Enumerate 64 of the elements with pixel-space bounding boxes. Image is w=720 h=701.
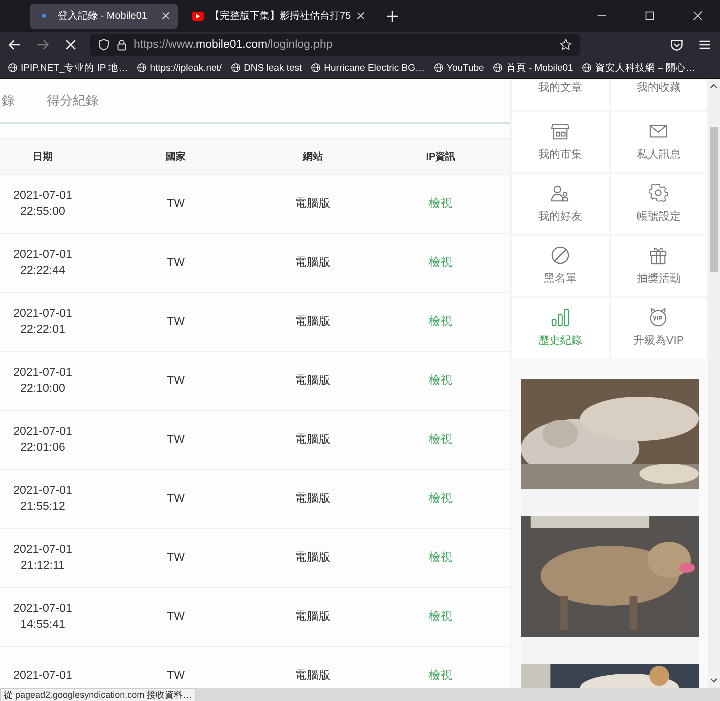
view-link[interactable]: 檢視: [429, 552, 453, 564]
bookmark[interactable]: YouTube: [434, 62, 484, 74]
country-cell-text: TW: [166, 610, 186, 625]
bookmark[interactable]: Hurricane Electric BG…: [311, 62, 425, 74]
site-cell-text: 電腦版: [294, 550, 332, 566]
url-text: https://www.mobile01.com/loginlog.php: [134, 39, 334, 51]
browser-tab[interactable]: 登入記錄 - Mobile01: [30, 4, 178, 28]
menu-item[interactable]: 帳號設定: [610, 173, 708, 235]
site-cell-text: 電腦版: [294, 374, 332, 389]
site-cell-text: 電腦版: [294, 432, 332, 448]
country-cell-text: TW: [166, 551, 186, 566]
view-link[interactable]: 檢視: [429, 670, 453, 682]
view-link[interactable]: 檢視: [429, 493, 453, 505]
menu-item[interactable]: 私人訊息: [610, 111, 708, 173]
country-cell-text: TW: [166, 315, 186, 330]
menu-item[interactable]: 我的市集: [511, 111, 610, 173]
date-cell-text: 2021-07-01 21:12:11: [12, 543, 74, 574]
status-text: 從 pagead2.googlesyndication.com 接收資料…: [0, 688, 196, 701]
country-cell-text: TW: [166, 669, 186, 684]
site-cell-text: 電腦版: [294, 314, 332, 330]
menu-item[interactable]: 我的收藏: [610, 79, 708, 111]
view-link[interactable]: 檢視: [429, 257, 453, 269]
date-cell-text: 2021-07-01 22:22:01: [12, 307, 74, 338]
date-cell-text: 2021-07-01 22:22:44: [12, 248, 74, 279]
page-tab[interactable]: 得分紀錄: [45, 92, 101, 110]
view-link[interactable]: 檢視: [429, 434, 453, 446]
date-cell-text: 2021-07-01 22:55:00: [12, 189, 74, 220]
bookmark[interactable]: DNS leak test: [231, 62, 302, 74]
country-cell-text: TW: [166, 374, 186, 389]
site-cell-text: 電腦版: [294, 256, 332, 271]
column-header: IP資訊: [425, 150, 457, 164]
site-cell-text: 電腦版: [294, 668, 332, 684]
country-cell-text: TW: [166, 256, 186, 271]
menu-item[interactable]: 抽獎活動: [610, 235, 708, 297]
view-link[interactable]: 檢視: [429, 375, 453, 387]
bookmark[interactable]: https://ipleak.net/: [137, 62, 222, 74]
address-bar[interactable]: https://www.mobile01.com/loginlog.php: [90, 34, 580, 56]
view-link[interactable]: 檢視: [429, 611, 453, 623]
date-cell-text: 2021-07-01 22:10:00: [12, 366, 74, 397]
country-cell-text: TW: [166, 433, 186, 448]
country-cell-text: TW: [166, 197, 186, 212]
country-cell-text: TW: [166, 492, 186, 507]
date-cell-text: 2021-07-01: [12, 669, 74, 684]
site-cell-text: 電腦版: [294, 492, 332, 507]
column-header: 日期: [32, 150, 54, 164]
menu-item[interactable]: 我的文章: [511, 79, 610, 111]
column-header: 國家: [165, 150, 187, 164]
menu-item[interactable]: 我的好友: [511, 173, 610, 235]
bookmark[interactable]: 首頁 - Mobile01: [493, 62, 574, 74]
date-cell-text: 2021-07-01 22:01:06: [12, 425, 74, 456]
view-link[interactable]: 檢視: [429, 316, 453, 328]
menu-item[interactable]: 歷史紀錄: [511, 297, 610, 359]
site-cell-text: 電腦版: [294, 196, 332, 212]
bookmark[interactable]: 資安人科技網 – 關心…: [582, 62, 696, 74]
menu-item[interactable]: 黑名單: [511, 235, 610, 297]
view-link[interactable]: 檢視: [429, 198, 453, 210]
menu-item[interactable]: 升級為VIP: [610, 297, 708, 359]
page-tab[interactable]: 錄: [0, 92, 17, 110]
browser-tab[interactable]: 【完整版下集】影搏社估台打75: [182, 4, 374, 28]
date-cell-text: 2021-07-01 14:55:41: [12, 602, 74, 633]
site-cell-text: 電腦版: [294, 610, 332, 625]
date-cell-text: 2021-07-01 21:55:12: [12, 484, 74, 515]
bookmark[interactable]: IPIP.NET_专业的 IP 地…: [8, 62, 128, 74]
column-header: 網站: [302, 150, 324, 164]
